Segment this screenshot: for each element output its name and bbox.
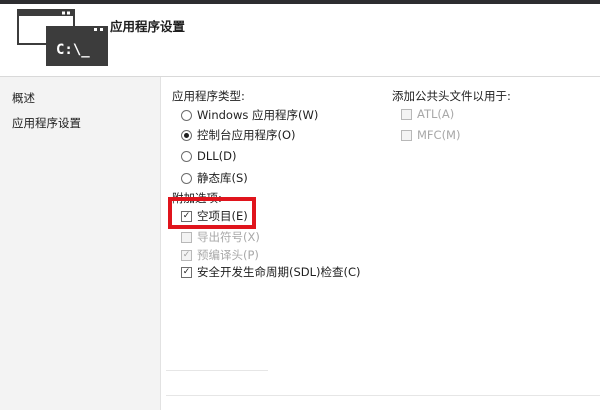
check-mfc-label: MFC(M) (417, 128, 461, 142)
check-export-symbols-label: 导出符号(X) (197, 230, 260, 244)
page-title: 应用程序设置 (110, 19, 186, 34)
check-sdl-box[interactable]: ✓ (181, 266, 192, 278)
check-export-symbols[interactable]: 导出符号(X) (181, 229, 260, 245)
check-atl-label: ATL(A) (417, 107, 455, 121)
radio-console-app-indicator[interactable] (181, 129, 192, 141)
app-type-label: 应用程序类型: (172, 89, 245, 103)
wizard-header: C:\_ 应用程序设置 (0, 4, 600, 77)
svg-text:C:\_: C:\_ (56, 42, 90, 58)
divider-line (166, 395, 600, 396)
check-precompiled-header-label: 预编译头(P) (197, 248, 259, 262)
divider-line (166, 370, 268, 371)
highlight-box (168, 197, 256, 229)
radio-dll-label: DLL(D) (197, 149, 237, 163)
sidebar: 概述 应用程序设置 (0, 77, 161, 410)
check-atl[interactable]: ATL(A) (401, 107, 454, 121)
radio-static-lib-indicator[interactable] (181, 172, 192, 184)
check-precompiled-header[interactable]: ✓ 预编译头(P) (181, 247, 259, 263)
common-headers-label: 添加公共头文件以用于: (392, 89, 511, 103)
radio-windows-app-indicator[interactable] (181, 109, 192, 121)
check-atl-box[interactable] (401, 108, 412, 120)
check-precompiled-header-box[interactable]: ✓ (181, 249, 192, 261)
check-export-symbols-box[interactable] (181, 231, 192, 243)
check-sdl-label: 安全开发生命周期(SDL)检查(C) (197, 265, 361, 279)
radio-console-app[interactable]: 控制台应用程序(O) (181, 127, 296, 143)
check-sdl[interactable]: ✓ 安全开发生命周期(SDL)检查(C) (181, 264, 361, 280)
radio-dll[interactable]: DLL(D) (181, 149, 237, 163)
radio-windows-app[interactable]: Windows 应用程序(W) (181, 107, 318, 123)
radio-static-lib[interactable]: 静态库(S) (181, 170, 248, 186)
check-mfc[interactable]: MFC(M) (401, 128, 460, 142)
radio-static-lib-label: 静态库(S) (197, 171, 248, 185)
radio-console-app-label: 控制台应用程序(O) (197, 128, 296, 142)
radio-windows-app-label: Windows 应用程序(W) (197, 108, 319, 122)
sidebar-item-overview[interactable]: 概述 (12, 90, 35, 106)
radio-dll-indicator[interactable] (181, 150, 192, 162)
console-app-icon: C:\_ (17, 9, 108, 66)
sidebar-item-app-settings[interactable]: 应用程序设置 (12, 115, 81, 131)
check-mfc-box[interactable] (401, 129, 412, 141)
